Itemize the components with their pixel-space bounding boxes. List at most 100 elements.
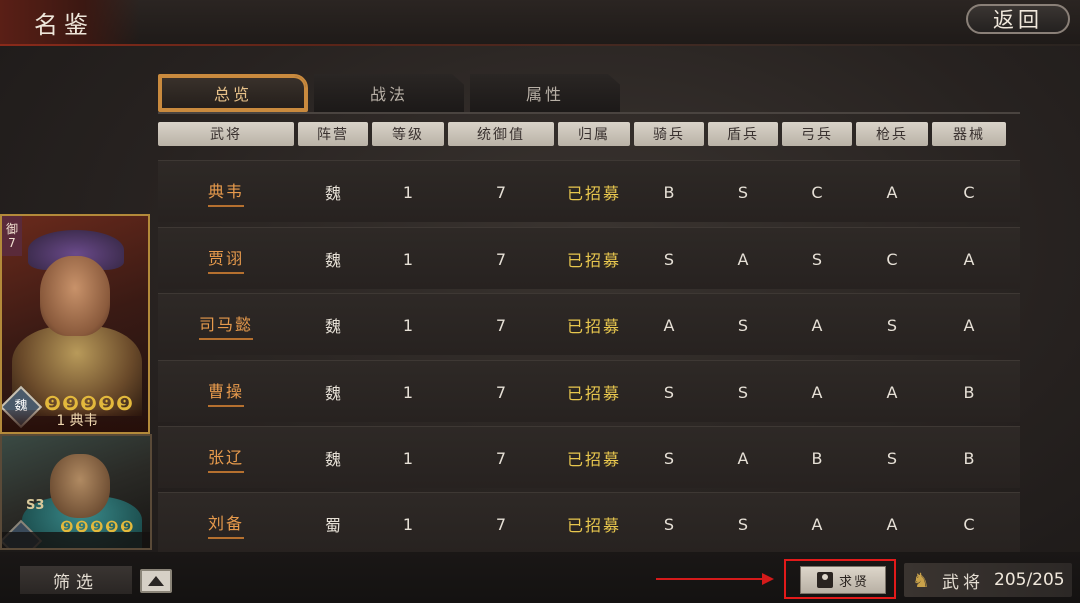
annotation-arrow-head (762, 573, 774, 585)
level-cell: 1 (402, 249, 414, 269)
cavalry-cell: S (663, 514, 675, 534)
table-row[interactable]: 张辽 魏 1 7 已招募 S A B S B (158, 426, 1020, 488)
siege-cell: B (963, 448, 975, 468)
column-header-shield[interactable]: 盾兵 (708, 122, 778, 146)
cavalry-cell: S (663, 249, 675, 269)
command-cell: 7 (495, 382, 507, 402)
level-cell: 1 (402, 382, 414, 402)
shield-cell: S (737, 382, 749, 402)
column-header-faction[interactable]: 阵营 (298, 122, 368, 146)
generals-label: 武将 (942, 572, 984, 593)
table-row[interactable]: 典韦 魏 1 7 已招募 B S C A C (158, 160, 1020, 222)
cavalry-cell: S (663, 448, 675, 468)
general-name[interactable]: 曹操 (158, 361, 294, 423)
shield-cell: S (737, 315, 749, 335)
tab-tactics[interactable]: 战法 (314, 74, 464, 112)
general-name[interactable]: 司马懿 (158, 294, 294, 356)
command-cell: 7 (495, 315, 507, 335)
unit-type-tag: 御 7 (2, 216, 22, 256)
general-name[interactable]: 贾诩 (158, 228, 294, 290)
general-name[interactable]: 典韦 (158, 161, 294, 223)
back-button[interactable]: 返回 (966, 4, 1070, 34)
faction-cell: 蜀 (324, 516, 341, 535)
column-header-cavalry[interactable]: 骑兵 (634, 122, 704, 146)
status-cell: 已招募 (566, 317, 621, 336)
tab-divider (158, 112, 1020, 114)
cavalry-cell: A (663, 315, 675, 335)
shield-cell: A (737, 249, 749, 269)
recruit-label: 求贤 (838, 574, 869, 590)
command-cell: 7 (495, 448, 507, 468)
filter-button[interactable]: 筛选 (20, 566, 132, 594)
shield-cell: S (737, 514, 749, 534)
cavalry-cell: B (663, 182, 675, 202)
card-general-name: 1 典韦 (2, 410, 148, 432)
annotation-arrow (656, 578, 762, 580)
level-cell: 1 (402, 448, 414, 468)
triangle-up-icon (148, 576, 164, 586)
cost-label: S3 (26, 498, 45, 513)
table-row[interactable]: 司马懿 魏 1 7 已招募 A S A S A (158, 293, 1020, 355)
shield-cell: A (737, 448, 749, 468)
table-row[interactable]: 刘备 蜀 1 7 已招募 S S A A C (158, 492, 1020, 554)
general-name[interactable]: 刘备 (158, 493, 294, 555)
archer-cell: A (811, 514, 823, 534)
portrait-face (40, 256, 110, 336)
spear-cell: S (886, 448, 898, 468)
archer-cell: B (811, 448, 823, 468)
archer-cell: S (811, 249, 823, 269)
spear-cell: C (886, 249, 898, 269)
column-header-general[interactable]: 武将 (158, 122, 294, 146)
recruit-button[interactable]: 求贤 (800, 566, 886, 594)
top-bar: 名鉴 返回 (0, 0, 1080, 46)
horse-icon: ♞ (912, 568, 930, 592)
column-header-spear[interactable]: 枪兵 (856, 122, 928, 146)
unit-type-label: 御 (5, 222, 18, 236)
column-header-siege[interactable]: 器械 (932, 122, 1006, 146)
faction-cell: 魏 (324, 317, 341, 336)
level-cell: 1 (402, 315, 414, 335)
spear-cell: S (886, 315, 898, 335)
general-card[interactable]: S3 ❾ ❾ ❾ ❾ ❾ (0, 434, 152, 550)
page-title: 名鉴 (34, 11, 94, 39)
command-cell: 7 (495, 249, 507, 269)
spear-cell: A (886, 182, 898, 202)
tab-bar: 总览 战法 属性 (158, 74, 620, 112)
faction-cell: 魏 (324, 251, 341, 270)
cavalry-cell: S (663, 382, 675, 402)
column-header-command[interactable]: 统御值 (448, 122, 554, 146)
archer-cell: C (811, 182, 823, 202)
archer-cell: A (811, 315, 823, 335)
siege-cell: A (963, 249, 975, 269)
tab-attributes[interactable]: 属性 (470, 74, 620, 112)
archer-cell: A (811, 382, 823, 402)
status-cell: 已招募 (566, 184, 621, 203)
general-name[interactable]: 张辽 (158, 427, 294, 489)
column-header-level[interactable]: 等级 (372, 122, 444, 146)
generals-count-value: 205/205 (994, 570, 1065, 590)
spear-cell: A (886, 514, 898, 534)
spear-cell: A (886, 382, 898, 402)
card-general-name (2, 532, 150, 548)
siege-cell: B (963, 382, 975, 402)
table-row[interactable]: 贾诩 魏 1 7 已招募 S A S C A (158, 227, 1020, 289)
general-card-selected[interactable]: 御 7 魏 ❾ ❾ ❾ ❾ ❾ 1 典韦 (0, 214, 150, 434)
cost-value: 7 (8, 236, 16, 250)
command-cell: 7 (495, 182, 507, 202)
column-header-status[interactable]: 归属 (558, 122, 630, 146)
shield-cell: S (737, 182, 749, 202)
tab-overview[interactable]: 总览 (158, 74, 308, 112)
status-cell: 已招募 (566, 516, 621, 535)
level-cell: 1 (402, 514, 414, 534)
expand-toggle-button[interactable] (140, 569, 172, 593)
status-cell: 已招募 (566, 251, 621, 270)
siege-cell: C (963, 182, 975, 202)
faction-cell: 魏 (324, 184, 341, 203)
generals-counter: ♞ 武将 205/205 (904, 563, 1072, 597)
command-cell: 7 (495, 514, 507, 534)
column-header-archer[interactable]: 弓兵 (782, 122, 852, 146)
header-divider (0, 44, 1080, 46)
faction-cell: 魏 (324, 450, 341, 469)
general-portrait-icon (50, 454, 110, 518)
table-row[interactable]: 曹操 魏 1 7 已招募 S S A A B (158, 360, 1020, 422)
